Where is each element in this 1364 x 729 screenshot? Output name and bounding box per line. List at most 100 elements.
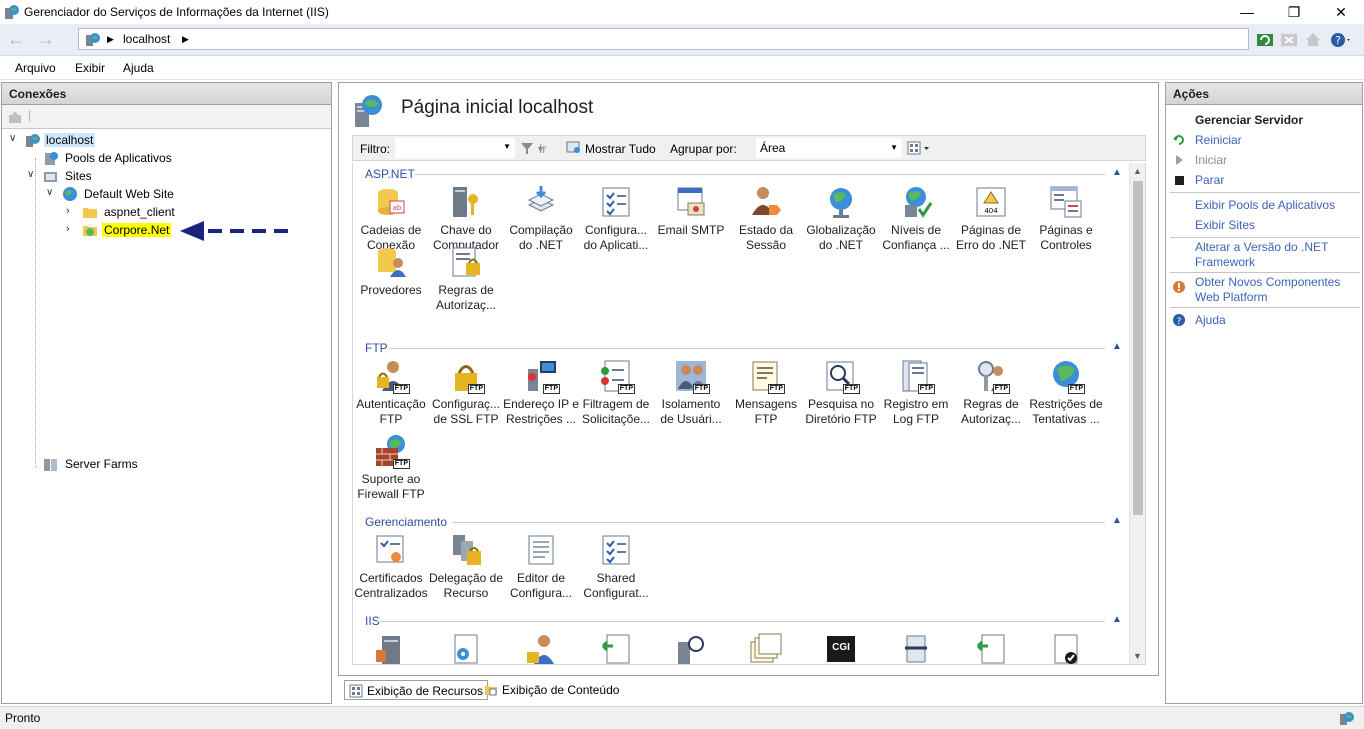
action-start[interactable]: Iniciar xyxy=(1195,153,1227,168)
chevron-down-icon[interactable]: ∨ xyxy=(46,187,56,198)
forward-button[interactable]: → xyxy=(34,28,58,52)
scroll-down-icon[interactable]: ▼ xyxy=(1133,651,1142,661)
home-icon[interactable] xyxy=(1303,30,1323,50)
go-button[interactable]: Ir xyxy=(539,142,546,156)
feature-autenticacao-ftp[interactable]: FTP Autenticação FTP xyxy=(353,359,429,427)
feature-configuracao-aplicativo[interactable]: Configura... do Aplicati... xyxy=(578,185,654,253)
feature-paginas-de-erro-net[interactable]: 404 Páginas de Erro do .NET xyxy=(953,185,1029,253)
collapse-icon[interactable]: ▲ xyxy=(1112,515,1122,526)
restore-button[interactable]: ❐ xyxy=(1271,0,1317,24)
menu-ajuda[interactable]: Ajuda xyxy=(123,61,154,75)
help-dropdown-icon[interactable]: ? xyxy=(1329,30,1353,50)
chevron-down-icon[interactable]: ∨ xyxy=(27,169,37,180)
action-restart[interactable]: Reiniciar xyxy=(1195,133,1242,148)
close-button[interactable]: ✕ xyxy=(1318,0,1364,24)
tree-node-aspnet-client[interactable]: › aspnet_client xyxy=(6,203,206,221)
view-mode-icon[interactable] xyxy=(907,141,931,155)
feature-iis-9[interactable] xyxy=(953,632,1029,664)
feature-compilacao-net[interactable]: Compilação do .NET xyxy=(503,185,579,253)
feature-iis-6[interactable] xyxy=(728,632,804,664)
refresh-icon[interactable] xyxy=(1255,30,1275,50)
feature-iis-5[interactable] xyxy=(653,632,729,664)
collapse-icon[interactable]: ▲ xyxy=(1112,614,1122,625)
action-view-app-pools[interactable]: Exibir Pools de Aplicativos xyxy=(1195,198,1335,213)
menu-arquivo[interactable]: Arquivo xyxy=(15,61,56,75)
feature-iis-1[interactable] xyxy=(353,632,429,664)
feature-iis-2[interactable] xyxy=(428,632,504,664)
feature-suporte-firewall-ftp[interactable]: FTP Suporte ao Firewall FTP xyxy=(353,434,429,502)
action-change-net-version[interactable]: Alterar a Versão do .NET Framework xyxy=(1195,240,1328,270)
chevron-right-icon[interactable]: › xyxy=(66,205,76,217)
feature-endereco-ip-restricoes[interactable]: FTP Endereço IP e Restrições ... xyxy=(503,359,579,427)
collapse-icon[interactable]: ▲ xyxy=(1112,341,1122,352)
vertical-scrollbar[interactable]: ▲ ▼ xyxy=(1129,163,1145,664)
feature-email-smtp[interactable]: Email SMTP xyxy=(653,185,729,238)
view-tabs: Exibição de Recursos Exibição de Conteúd… xyxy=(338,678,1159,702)
action-view-sites[interactable]: Exibir Sites xyxy=(1195,218,1255,233)
connect-icon[interactable] xyxy=(7,109,23,125)
feature-iis-3[interactable] xyxy=(503,632,579,664)
tab-features-view[interactable]: Exibição de Recursos xyxy=(344,680,489,700)
section-header-gerenciamento[interactable]: Gerenciamento xyxy=(365,515,447,529)
feature-restricoes-tentativas[interactable]: FTP Restrições de Tentativas ... xyxy=(1028,359,1104,427)
feature-regras-de-autorizacao[interactable]: Regras de Autorizaç... xyxy=(428,245,504,313)
tree-label: Sites xyxy=(65,169,92,183)
chevron-right-icon[interactable]: › xyxy=(66,223,76,235)
show-all-button[interactable]: Mostrar Tudo xyxy=(585,142,656,156)
folder-icon xyxy=(83,208,97,218)
feature-label: Autenticação FTP xyxy=(356,397,426,426)
feature-globalizacao-net[interactable]: Globalização do .NET xyxy=(803,185,879,253)
minimize-button[interactable]: — xyxy=(1224,0,1270,24)
feature-registro-log-ftp[interactable]: FTP Registro em Log FTP xyxy=(878,359,954,427)
address-field[interactable]: ▶ localhost ▶ xyxy=(78,28,1249,50)
doc-arrow-icon xyxy=(976,634,1005,664)
chevron-down-icon[interactable]: ∨ xyxy=(9,133,19,144)
feature-iis-cgi[interactable]: CGI xyxy=(803,632,879,664)
chevron-right-icon[interactable]: ▶ xyxy=(182,34,189,45)
feature-configuracao-ssl-ftp[interactable]: FTP Configuraç... de SSL FTP xyxy=(428,359,504,427)
feature-niveis-de-confianca[interactable]: Níveis de Confiança ... xyxy=(878,185,954,253)
web-platform-icon xyxy=(1173,281,1185,293)
feature-iis-4[interactable] xyxy=(578,632,654,664)
feature-regras-autorizacao-ftp[interactable]: FTP Regras de Autorizaç... xyxy=(953,359,1029,427)
menu-exibir[interactable]: Exibir xyxy=(75,61,105,75)
feature-cadeias-de-conexao[interactable]: ab Cadeias de Conexão xyxy=(353,185,429,253)
show-all-icon[interactable] xyxy=(566,141,582,155)
feature-estado-da-sessao[interactable]: Estado da Sessão xyxy=(728,185,804,253)
tree-node-default-web-site[interactable]: ∨ Default Web Site xyxy=(6,185,206,203)
action-help[interactable]: Ajuda xyxy=(1195,313,1226,328)
filter-input[interactable]: ▼ xyxy=(395,138,515,158)
funnel-icon[interactable] xyxy=(520,141,534,155)
action-stop[interactable]: Parar xyxy=(1195,173,1224,188)
section-header-ftp[interactable]: FTP xyxy=(365,341,388,355)
tree-node-server-farms[interactable]: Server Farms xyxy=(6,455,206,473)
group-by-select[interactable]: Área ▼ xyxy=(756,138,902,158)
action-get-web-platform[interactable]: Obter Novos Componentes Web Platform xyxy=(1195,275,1340,305)
feature-pesquisa-diretorio-ftp[interactable]: FTP Pesquisa no Diretório FTP xyxy=(803,359,879,427)
feature-certificados-centralizados[interactable]: Certificados Centralizados xyxy=(353,533,429,601)
tree-node-localhost[interactable]: ∨ localhost xyxy=(6,131,206,149)
collapse-icon[interactable]: ▲ xyxy=(1112,167,1122,178)
tree-node-sites[interactable]: ∨ Sites xyxy=(6,167,206,185)
feature-paginas-e-controles[interactable]: Páginas e Controles xyxy=(1028,185,1104,253)
feature-shared-configuration[interactable]: Shared Configurat... xyxy=(578,533,654,601)
feature-delegacao-de-recurso[interactable]: Delegação de Recurso xyxy=(428,533,504,601)
back-button[interactable]: ← xyxy=(4,28,28,52)
tree-node-corpore-net[interactable]: › Corpore.Net xyxy=(6,221,206,239)
feature-chave-do-computador[interactable]: Chave do Computador xyxy=(428,185,504,253)
breadcrumb-localhost[interactable]: localhost xyxy=(123,32,170,46)
tab-content-view[interactable]: Exibição de Conteúdo xyxy=(480,680,623,700)
feature-iis-10[interactable] xyxy=(1028,632,1104,664)
feature-filtragem-solicitacoes[interactable]: FTP Filtragem de Solicitaçõe... xyxy=(578,359,654,427)
scroll-up-icon[interactable]: ▲ xyxy=(1133,166,1142,176)
feature-mensagens-ftp[interactable]: FTP Mensagens FTP xyxy=(728,359,804,427)
pages-stack-icon xyxy=(750,633,782,663)
section-header-aspnet[interactable]: ASP.NET xyxy=(365,167,415,181)
feature-provedores[interactable]: Provedores xyxy=(353,245,429,298)
feature-isolamento-usuario[interactable]: FTP Isolamento de Usuári... xyxy=(653,359,729,427)
feature-iis-8[interactable] xyxy=(878,632,954,664)
tree-node-pools[interactable]: Pools de Aplicativos xyxy=(6,149,206,167)
stop-icon[interactable] xyxy=(1279,30,1299,50)
scroll-thumb[interactable] xyxy=(1133,181,1143,515)
feature-editor-de-configuracao[interactable]: Editor de Configura... xyxy=(503,533,579,601)
